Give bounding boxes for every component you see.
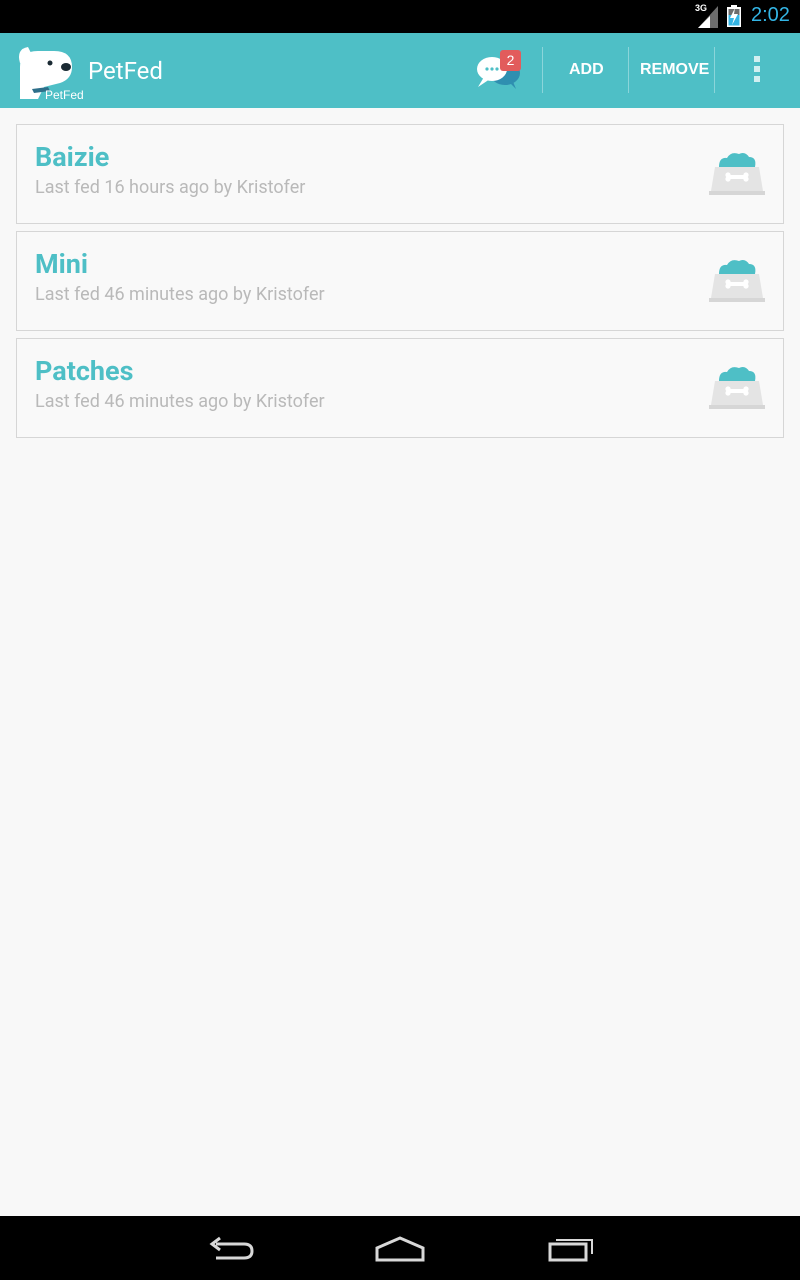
battery-charging-icon bbox=[727, 5, 741, 27]
overflow-menu-icon[interactable] bbox=[745, 53, 769, 89]
action-bar: PetFed PetFed 2 ADD REMOVE bbox=[0, 33, 800, 108]
recent-apps-icon[interactable] bbox=[546, 1234, 596, 1264]
divider bbox=[714, 47, 715, 93]
petfed-logo-icon[interactable]: PetFed bbox=[14, 41, 86, 103]
clock: 2:02 bbox=[751, 4, 790, 26]
logo-text: PetFed bbox=[45, 88, 84, 102]
app-title: PetFed bbox=[88, 57, 163, 85]
last-fed-text: Last fed 46 minutes ago by Kristofer bbox=[35, 391, 325, 412]
pet-name: Mini bbox=[35, 248, 89, 280]
notification-badge: 2 bbox=[500, 50, 521, 71]
signal-icon bbox=[698, 6, 718, 28]
pet-name: Patches bbox=[35, 355, 134, 387]
back-icon[interactable] bbox=[206, 1234, 254, 1264]
pet-name: Baizie bbox=[35, 141, 110, 173]
pet-card-baizie[interactable]: Baizie Last fed 16 hours ago by Kristofe… bbox=[16, 124, 784, 224]
last-fed-text: Last fed 16 hours ago by Kristofer bbox=[35, 177, 306, 198]
pet-card-patches[interactable]: Patches Last fed 46 minutes ago by Krist… bbox=[16, 338, 784, 438]
navigation-bar bbox=[0, 1216, 800, 1280]
food-bowl-icon[interactable] bbox=[709, 258, 765, 302]
food-bowl-icon[interactable] bbox=[709, 151, 765, 195]
last-fed-text: Last fed 46 minutes ago by Kristofer bbox=[35, 284, 325, 305]
divider bbox=[542, 47, 543, 93]
divider bbox=[628, 47, 629, 93]
remove-button[interactable]: REMOVE bbox=[640, 61, 709, 79]
add-button[interactable]: ADD bbox=[569, 61, 604, 79]
status-bar: 3G 2:02 bbox=[0, 0, 800, 33]
food-bowl-icon[interactable] bbox=[709, 365, 765, 409]
pet-card-mini[interactable]: Mini Last fed 46 minutes ago by Kristofe… bbox=[16, 231, 784, 331]
home-icon[interactable] bbox=[374, 1234, 426, 1264]
